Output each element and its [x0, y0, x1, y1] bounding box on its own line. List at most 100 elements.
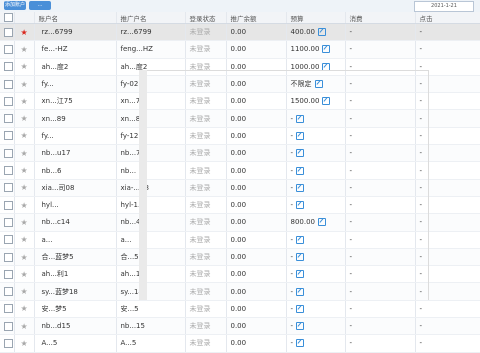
- row-star[interactable]: ★: [14, 248, 35, 267]
- edit-icon[interactable]: [296, 304, 305, 313]
- row-star[interactable]: ★: [14, 144, 35, 163]
- row-checkbox[interactable]: [4, 269, 13, 279]
- star-icon[interactable]: ★: [21, 45, 28, 54]
- row-checkbox[interactable]: [4, 131, 13, 141]
- edit-icon[interactable]: [296, 131, 305, 140]
- account-name[interactable]: A...5: [34, 334, 117, 353]
- account-name[interactable]: nb...d15: [34, 317, 117, 336]
- table-row[interactable]: ★ hyl... hyl-1... 未登录 0.00- - -: [0, 196, 480, 215]
- account-name[interactable]: 合...蓝梦5: [34, 248, 117, 267]
- star-icon[interactable]: ★: [21, 287, 28, 296]
- table-row[interactable]: ★ nb...u17 nb...7 未登录 0.00- - -: [0, 144, 480, 163]
- row-select[interactable]: [0, 196, 15, 215]
- edit-icon[interactable]: [296, 322, 305, 331]
- star-icon[interactable]: ★: [21, 304, 28, 313]
- edit-icon[interactable]: [318, 28, 326, 37]
- table-row[interactable]: ★ nb...c14 nb...4 未登录 0.00 800.00 - -: [0, 213, 480, 232]
- row-star[interactable]: ★: [14, 75, 35, 94]
- star-icon[interactable]: ★: [21, 28, 28, 37]
- star-icon[interactable]: ★: [21, 62, 28, 71]
- row-checkbox[interactable]: [4, 183, 13, 193]
- row-select[interactable]: [0, 213, 15, 232]
- star-icon[interactable]: ★: [21, 339, 28, 348]
- row-star[interactable]: ★: [14, 23, 35, 42]
- row-checkbox[interactable]: [4, 321, 13, 331]
- table-row[interactable]: ★ A...5 A...5 未登录 0.00- - -: [0, 334, 480, 353]
- header-select[interactable]: [0, 12, 15, 24]
- row-checkbox[interactable]: [4, 166, 13, 176]
- row-select[interactable]: [0, 92, 15, 111]
- edit-icon[interactable]: [296, 287, 305, 296]
- row-star[interactable]: ★: [14, 317, 35, 336]
- account-name[interactable]: fy...: [34, 127, 117, 146]
- row-star[interactable]: ★: [14, 300, 35, 319]
- account-name[interactable]: nb...6: [34, 161, 117, 180]
- account-name[interactable]: nb...u17: [34, 144, 117, 163]
- edit-icon[interactable]: [296, 270, 305, 279]
- star-icon[interactable]: ★: [21, 235, 28, 244]
- row-select[interactable]: [0, 109, 15, 128]
- header-balance[interactable]: 推广余额: [226, 12, 287, 24]
- row-checkbox[interactable]: [4, 27, 13, 37]
- table-row[interactable]: ★ fe...-HZ feng...HZ 未登录 0.00 1100.00 - -: [0, 40, 480, 59]
- table-row[interactable]: ★ fy... fy-12 未登录 0.00- - -: [0, 127, 480, 146]
- select-all-checkbox[interactable]: [4, 13, 13, 22]
- row-select[interactable]: [0, 23, 15, 42]
- star-icon[interactable]: ★: [21, 322, 28, 331]
- row-select[interactable]: [0, 334, 15, 353]
- row-star[interactable]: ★: [14, 231, 35, 249]
- account-name[interactable]: fy...: [34, 75, 117, 94]
- star-icon[interactable]: ★: [21, 201, 28, 210]
- row-select[interactable]: [0, 300, 15, 319]
- star-icon[interactable]: ★: [21, 270, 28, 279]
- row-select[interactable]: [0, 282, 15, 301]
- header-clicks[interactable]: 点击: [415, 12, 480, 24]
- row-checkbox[interactable]: [4, 200, 13, 210]
- row-checkbox[interactable]: [4, 252, 13, 262]
- row-star[interactable]: ★: [14, 109, 35, 128]
- star-icon[interactable]: ★: [21, 114, 28, 123]
- row-checkbox[interactable]: [4, 287, 13, 297]
- row-select[interactable]: [0, 265, 15, 284]
- row-star[interactable]: ★: [14, 58, 35, 76]
- star-icon[interactable]: ★: [21, 253, 28, 262]
- row-checkbox[interactable]: [4, 148, 13, 158]
- edit-icon[interactable]: [322, 45, 331, 54]
- row-select[interactable]: [0, 317, 15, 336]
- row-checkbox[interactable]: [4, 96, 13, 106]
- row-select[interactable]: [0, 161, 15, 180]
- edit-icon[interactable]: [318, 218, 326, 227]
- row-star[interactable]: ★: [14, 127, 35, 146]
- account-name[interactable]: a...: [34, 231, 117, 249]
- table-row[interactable]: ★ rz...6799 rz...6799 未登录 0.00 400.00- -: [0, 23, 480, 42]
- account-name[interactable]: rz...6799: [34, 23, 117, 42]
- edit-icon[interactable]: [296, 201, 305, 210]
- row-select[interactable]: [0, 75, 15, 94]
- account-name[interactable]: 安...梦5: [34, 300, 117, 319]
- row-select[interactable]: [0, 144, 15, 163]
- edit-icon[interactable]: [296, 339, 305, 348]
- table-row[interactable]: ★ 安...梦5 安...5 未登录 0.00- - -: [0, 300, 480, 319]
- table-row[interactable]: ★ ah...度2 ah...度2 未登录 0.00 1000.00- -: [0, 58, 480, 76]
- row-checkbox[interactable]: [4, 235, 13, 245]
- table-row[interactable]: ★ xia...司08 xia-...08 未登录 0.00- - -: [0, 179, 480, 197]
- table-row[interactable]: ★ a... a... 未登录 0.00- - -: [0, 231, 480, 249]
- edit-icon[interactable]: [296, 183, 305, 192]
- row-checkbox[interactable]: [4, 114, 13, 124]
- row-checkbox[interactable]: [4, 62, 13, 72]
- table-row[interactable]: ★ ah...利1 ah...1 未登录 0.00- - -: [0, 265, 480, 284]
- account-name[interactable]: xia...司08: [34, 179, 117, 197]
- row-star[interactable]: ★: [14, 179, 35, 197]
- row-star[interactable]: ★: [14, 92, 35, 111]
- account-name[interactable]: xn...89: [34, 109, 117, 128]
- table-row[interactable]: ★ xn...江75 xn...75 未登录 0.00 1500.00 - -: [0, 92, 480, 111]
- edit-icon[interactable]: [314, 80, 323, 89]
- star-icon[interactable]: ★: [21, 149, 28, 158]
- star-icon[interactable]: ★: [21, 97, 28, 106]
- star-icon[interactable]: ★: [21, 80, 28, 89]
- header-budget[interactable]: 预算: [286, 12, 346, 24]
- table-row[interactable]: ★ fy... fy-02 未登录 0.00 不限定 - -: [0, 75, 480, 94]
- header-spend[interactable]: 消费: [345, 12, 416, 24]
- account-name[interactable]: xn...江75: [34, 92, 117, 111]
- row-checkbox[interactable]: [4, 79, 13, 89]
